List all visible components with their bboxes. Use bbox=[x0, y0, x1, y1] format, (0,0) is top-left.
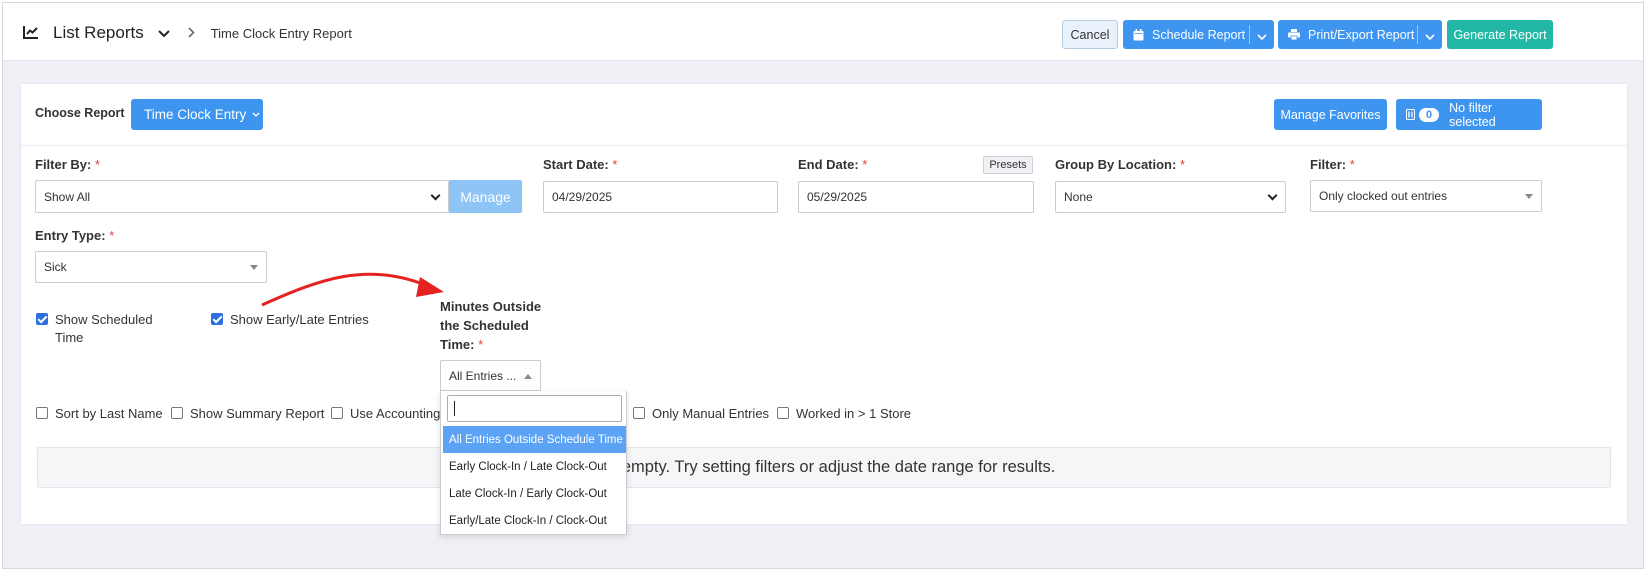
caret-up-icon bbox=[524, 373, 532, 379]
empty-results-message: s empty. Try setting filters or adjust t… bbox=[37, 447, 1611, 488]
only-manual-entries-checkbox[interactable]: Only Manual Entries bbox=[633, 405, 769, 423]
minutes-outside-dropdown: All Entries Outside Schedule Time Early … bbox=[440, 391, 627, 535]
schedule-report-label: Schedule Report bbox=[1152, 27, 1246, 42]
chevron-down-icon[interactable] bbox=[157, 26, 170, 41]
caret-down-icon bbox=[1525, 194, 1533, 199]
group-by-location-label: Group By Location: * bbox=[1055, 157, 1186, 172]
schedule-report-button[interactable]: Schedule Report bbox=[1123, 20, 1274, 49]
chevron-down-icon bbox=[252, 112, 260, 118]
filter-status-label: No filter selected bbox=[1449, 100, 1496, 129]
checkbox-checked[interactable] bbox=[211, 313, 223, 325]
end-date-label: End Date: * bbox=[798, 157, 868, 172]
start-date-input[interactable]: 04/29/2025 bbox=[543, 181, 778, 213]
dropdown-search-input[interactable] bbox=[447, 395, 622, 422]
chevron-right-icon bbox=[188, 26, 195, 41]
filter-icon bbox=[1406, 109, 1415, 120]
start-date-label: Start Date: * bbox=[543, 157, 618, 172]
filter-count-badge: 0 bbox=[1419, 107, 1440, 122]
group-by-location-select[interactable]: None bbox=[1055, 181, 1286, 213]
cancel-button[interactable]: Cancel bbox=[1062, 20, 1118, 49]
presets-button[interactable]: Presets bbox=[983, 156, 1033, 174]
use-accounting-checkbox[interactable]: Use Accounting I bbox=[331, 405, 448, 423]
entry-type-label: Entry Type: * bbox=[35, 228, 115, 243]
printer-icon bbox=[1288, 29, 1300, 40]
top-bar: List Reports Time Clock Entry Report Can… bbox=[3, 3, 1643, 61]
breadcrumb: List Reports Time Clock Entry Report bbox=[23, 23, 352, 43]
generate-report-button[interactable]: Generate Report bbox=[1447, 20, 1553, 49]
sort-last-name-checkbox[interactable]: Sort by Last Name bbox=[36, 405, 163, 423]
calendar-icon bbox=[1133, 28, 1144, 41]
text-cursor bbox=[454, 401, 455, 416]
page-title: List Reports bbox=[53, 23, 144, 42]
entry-type-select[interactable]: Sick bbox=[35, 251, 267, 283]
choose-report-label: Choose Report bbox=[35, 106, 125, 120]
caret-down-icon bbox=[250, 265, 258, 270]
annotation-arrow bbox=[261, 272, 444, 307]
dropdown-option[interactable]: Early/Late Clock-In / Clock-Out bbox=[443, 507, 626, 534]
filter-by-select[interactable]: Show All bbox=[35, 180, 449, 213]
end-date-input[interactable]: 05/29/2025 bbox=[798, 181, 1034, 213]
dropdown-option[interactable]: Late Clock-In / Early Clock-Out bbox=[443, 480, 626, 507]
selected-report: Time Clock Entry bbox=[144, 107, 247, 122]
filter-status-button[interactable]: 0 No filter selected bbox=[1396, 99, 1542, 130]
print-export-label: Print/Export Report bbox=[1308, 27, 1415, 42]
chart-icon bbox=[23, 25, 39, 42]
show-summary-checkbox[interactable]: Show Summary Report bbox=[171, 405, 324, 423]
show-scheduled-time-checkbox[interactable]: Show Scheduled Time bbox=[36, 311, 153, 347]
checkbox-checked[interactable] bbox=[36, 313, 48, 325]
app-frame: List Reports Time Clock Entry Report Can… bbox=[2, 2, 1644, 569]
filter-label: Filter: * bbox=[1310, 157, 1355, 172]
worked-multiple-stores-checkbox[interactable]: Worked in > 1 Store bbox=[777, 405, 911, 423]
card-header: Choose Report Time Clock Entry Manage Fa… bbox=[21, 84, 1627, 146]
minutes-outside-select[interactable]: All Entries ... bbox=[440, 360, 541, 391]
dropdown-option[interactable]: Early Clock-In / Late Clock-Out bbox=[443, 453, 626, 480]
chevron-down-icon bbox=[430, 190, 441, 200]
manage-favorites-button[interactable]: Manage Favorites bbox=[1274, 99, 1387, 130]
manage-button[interactable]: Manage bbox=[449, 180, 522, 213]
dropdown-option[interactable]: All Entries Outside Schedule Time bbox=[443, 426, 626, 453]
print-export-button[interactable]: Print/Export Report bbox=[1278, 20, 1442, 49]
breadcrumb-current: Time Clock Entry Report bbox=[210, 25, 352, 41]
chevron-down-icon[interactable] bbox=[1425, 30, 1435, 44]
filter-select[interactable]: Only clocked out entries bbox=[1310, 180, 1542, 212]
choose-report-dropdown[interactable]: Time Clock Entry bbox=[131, 99, 263, 130]
chevron-down-icon bbox=[1267, 190, 1278, 201]
chevron-down-icon[interactable] bbox=[1257, 30, 1267, 44]
filter-by-label: Filter By: * bbox=[35, 157, 101, 172]
